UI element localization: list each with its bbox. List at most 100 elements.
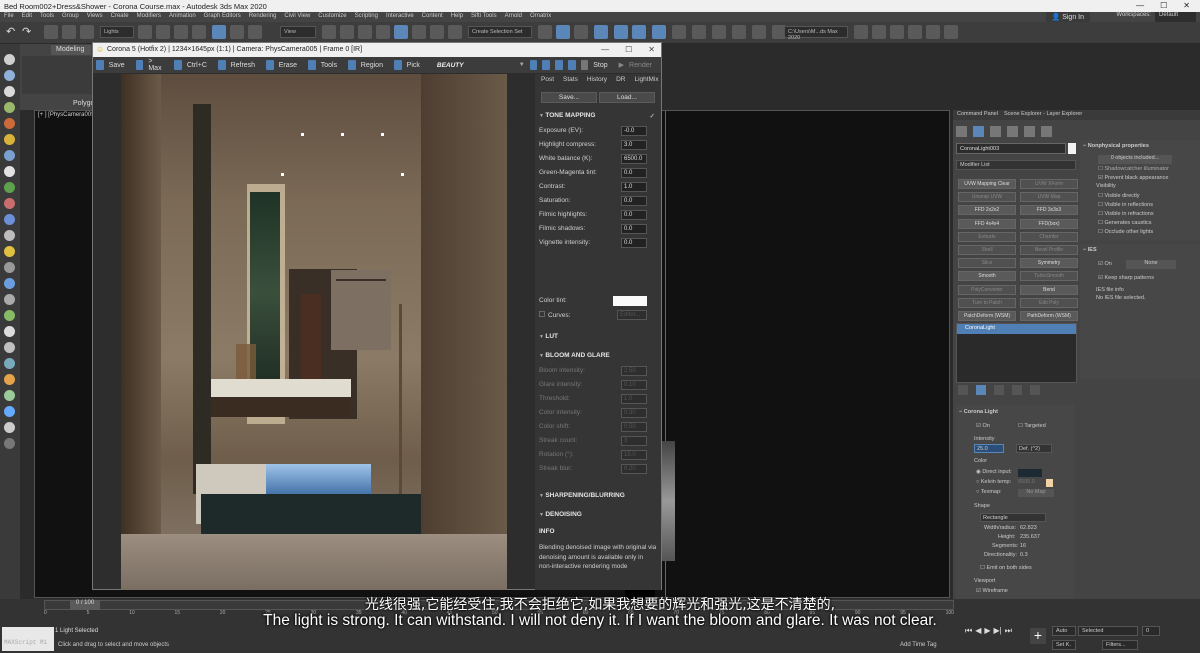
ies-file-button[interactable]: None (1126, 260, 1176, 269)
bloom-value-field[interactable]: 0.20 (621, 464, 647, 474)
left-strip-tool-icon[interactable] (4, 342, 15, 353)
menu-item-file[interactable]: File (4, 13, 14, 21)
select-manipulate-icon[interactable] (340, 25, 354, 39)
sharpening-header[interactable]: SHARPENING/BLURRING (535, 490, 661, 502)
modifier-button[interactable]: Edit Poly (1020, 297, 1078, 308)
nonphysical-title[interactable]: − Nonphysical properties (1083, 143, 1149, 149)
kelvin-field[interactable]: 6500.0 (1018, 479, 1035, 485)
prevent-black-checkbox[interactable]: ☑ Prevent black appearance (1098, 175, 1168, 181)
toggle-scene-explorer-icon[interactable] (574, 25, 588, 39)
close-icon[interactable]: ✕ (1183, 1, 1190, 11)
command-tab[interactable]: Command Panel (957, 111, 998, 119)
vfb-region-button[interactable]: Region (361, 62, 383, 69)
directionality-field[interactable]: 0.3 (1020, 552, 1028, 558)
vfb-minimize-icon[interactable]: — (601, 45, 609, 54)
bloom-value-field[interactable]: 0.50 (621, 422, 647, 432)
modifier-button[interactable]: Slice (958, 258, 1016, 269)
bloom-value-field[interactable]: 2.50 (621, 366, 647, 376)
material-editor-icon[interactable] (672, 25, 686, 39)
ies-title[interactable]: − IES (1083, 247, 1097, 253)
ies-on-checkbox[interactable]: ☑ On (1098, 261, 1112, 267)
menu-item-scripting[interactable]: Scripting (355, 13, 378, 21)
tone-mapping-value-field[interactable]: 0.0 (621, 168, 647, 178)
key-filters-button[interactable]: Filters... (1102, 640, 1138, 650)
bloom-value-field[interactable]: 1.0 (621, 394, 647, 404)
menu-item-graph-editors[interactable]: Graph Editors (204, 13, 241, 21)
pin-stack-icon[interactable] (958, 385, 968, 395)
corona-light-title[interactable]: − Corona Light (959, 409, 998, 415)
light-on-checkbox[interactable]: ☑ On (976, 423, 990, 429)
modifier-button[interactable]: TurboSmooth (1020, 271, 1078, 282)
menu-item-civil-view[interactable]: Civil View (284, 13, 310, 21)
visibility-checkbox[interactable]: ☐ Visible in refractions (1098, 211, 1154, 217)
maxscript-listener[interactable]: MAXScript Mi (2, 627, 54, 651)
redo-icon[interactable]: ↷ (22, 25, 36, 39)
left-strip-tool-icon[interactable] (4, 326, 15, 337)
remove-modifier-icon[interactable] (1012, 385, 1022, 395)
targeted-checkbox[interactable]: ☐ Targeted (1018, 423, 1046, 429)
modify-tab-icon[interactable] (973, 126, 984, 137)
undo-icon[interactable]: ↶ (6, 25, 20, 39)
object-color-swatch[interactable] (1068, 143, 1076, 154)
modifier-button[interactable]: FFD 4x4x4 (958, 218, 1016, 229)
objects-included-button[interactable]: 0 objects included... (1098, 155, 1172, 164)
vfb-save-settings-button[interactable]: Save... (541, 92, 597, 103)
modifier-button[interactable]: Bevel Profile (1020, 245, 1078, 255)
render-element-dropdown[interactable]: BEAUTY (437, 62, 514, 69)
menu-item-views[interactable]: Views (87, 13, 103, 21)
width-field[interactable]: 62.823 (1020, 525, 1037, 531)
percent-snap-icon[interactable] (412, 25, 426, 39)
bloom-value-field[interactable]: 0.10 (621, 380, 647, 390)
menu-item-sifti-tools[interactable]: Sifti Tools (471, 13, 497, 21)
vfb-close-icon[interactable]: ✕ (648, 45, 655, 54)
menu-item-animation[interactable]: Animation (169, 13, 196, 21)
emit-both-checkbox[interactable]: ☐ Emit on both sides (980, 565, 1032, 571)
denoising-header[interactable]: DENOISING (535, 509, 661, 521)
rotate-icon[interactable] (230, 25, 244, 39)
tone-mapping-value-field[interactable]: 0.0 (621, 238, 647, 248)
copy-icon[interactable] (174, 60, 182, 70)
refresh-icon[interactable] (217, 60, 226, 70)
shape-dropdown[interactable]: Rectangle (980, 513, 1046, 522)
tone-mapping-value-field[interactable]: 0.0 (621, 196, 647, 206)
maximize-icon[interactable]: ☐ (1160, 1, 1167, 11)
modifier-button[interactable]: PatchDeform (WSM) (958, 311, 1016, 321)
project-path-combo[interactable]: C:\Users\M...ds Max 2020 (784, 26, 848, 41)
keep-sharp-checkbox[interactable]: ☑ Keep sharp patterns (1098, 275, 1154, 281)
vfb-max-button[interactable]: > Max (148, 58, 163, 72)
render-setup-icon[interactable] (692, 25, 706, 39)
kelvin-radio[interactable]: ○ Kelvin temp: (976, 479, 1011, 485)
set-key-button[interactable]: Set K. (1052, 640, 1076, 650)
region-icon[interactable] (348, 60, 356, 70)
visibility-checkbox[interactable]: ☐ Occlude other lights (1098, 229, 1153, 235)
modifier-button[interactable]: PolyConverter (958, 284, 1016, 295)
scale-icon[interactable] (248, 25, 262, 39)
snaps-3d-icon[interactable] (376, 25, 390, 39)
menu-item-ornatrix[interactable]: Ornatrix (530, 13, 551, 21)
color-tint-swatch[interactable] (613, 296, 647, 306)
viewport-label[interactable]: [+ ] [PhysCamera005] (38, 112, 96, 118)
zoom-out-icon[interactable] (542, 60, 551, 70)
modifier-button[interactable]: Turn to Patch (958, 297, 1016, 308)
erase-icon[interactable] (266, 60, 274, 70)
modifier-button[interactable]: Extrude (958, 231, 1016, 242)
bind-icon[interactable] (80, 25, 94, 39)
configure-sets-icon[interactable] (1030, 385, 1040, 395)
modifier-button[interactable]: UVW Map (1020, 192, 1078, 203)
render-image[interactable] (121, 74, 507, 590)
vfb-refresh-button[interactable]: Refresh (231, 62, 256, 69)
object-name-field[interactable]: CoronaLight003 (956, 143, 1066, 154)
select-by-name-icon[interactable] (156, 25, 170, 39)
segments-field[interactable]: 16 (1020, 543, 1026, 549)
left-strip-tool-icon[interactable] (4, 70, 15, 81)
curve-editor-icon[interactable] (632, 25, 646, 39)
modifier-button[interactable]: UVW Mapping Clear (958, 179, 1016, 189)
workspaces-dropdown[interactable]: Default (1154, 12, 1196, 22)
shadowcatcher-checkbox[interactable]: ☐ Shadowcatcher illuminator (1098, 166, 1169, 172)
modifier-stack[interactable]: CoronaLight (956, 323, 1077, 383)
hierarchy-tab-icon[interactable] (990, 126, 1001, 137)
curves-checkbox[interactable] (539, 311, 545, 317)
left-strip-tool-icon[interactable] (4, 230, 15, 241)
open-explorer-icon[interactable] (854, 25, 868, 39)
render-icon[interactable]: ▶ (619, 61, 624, 69)
